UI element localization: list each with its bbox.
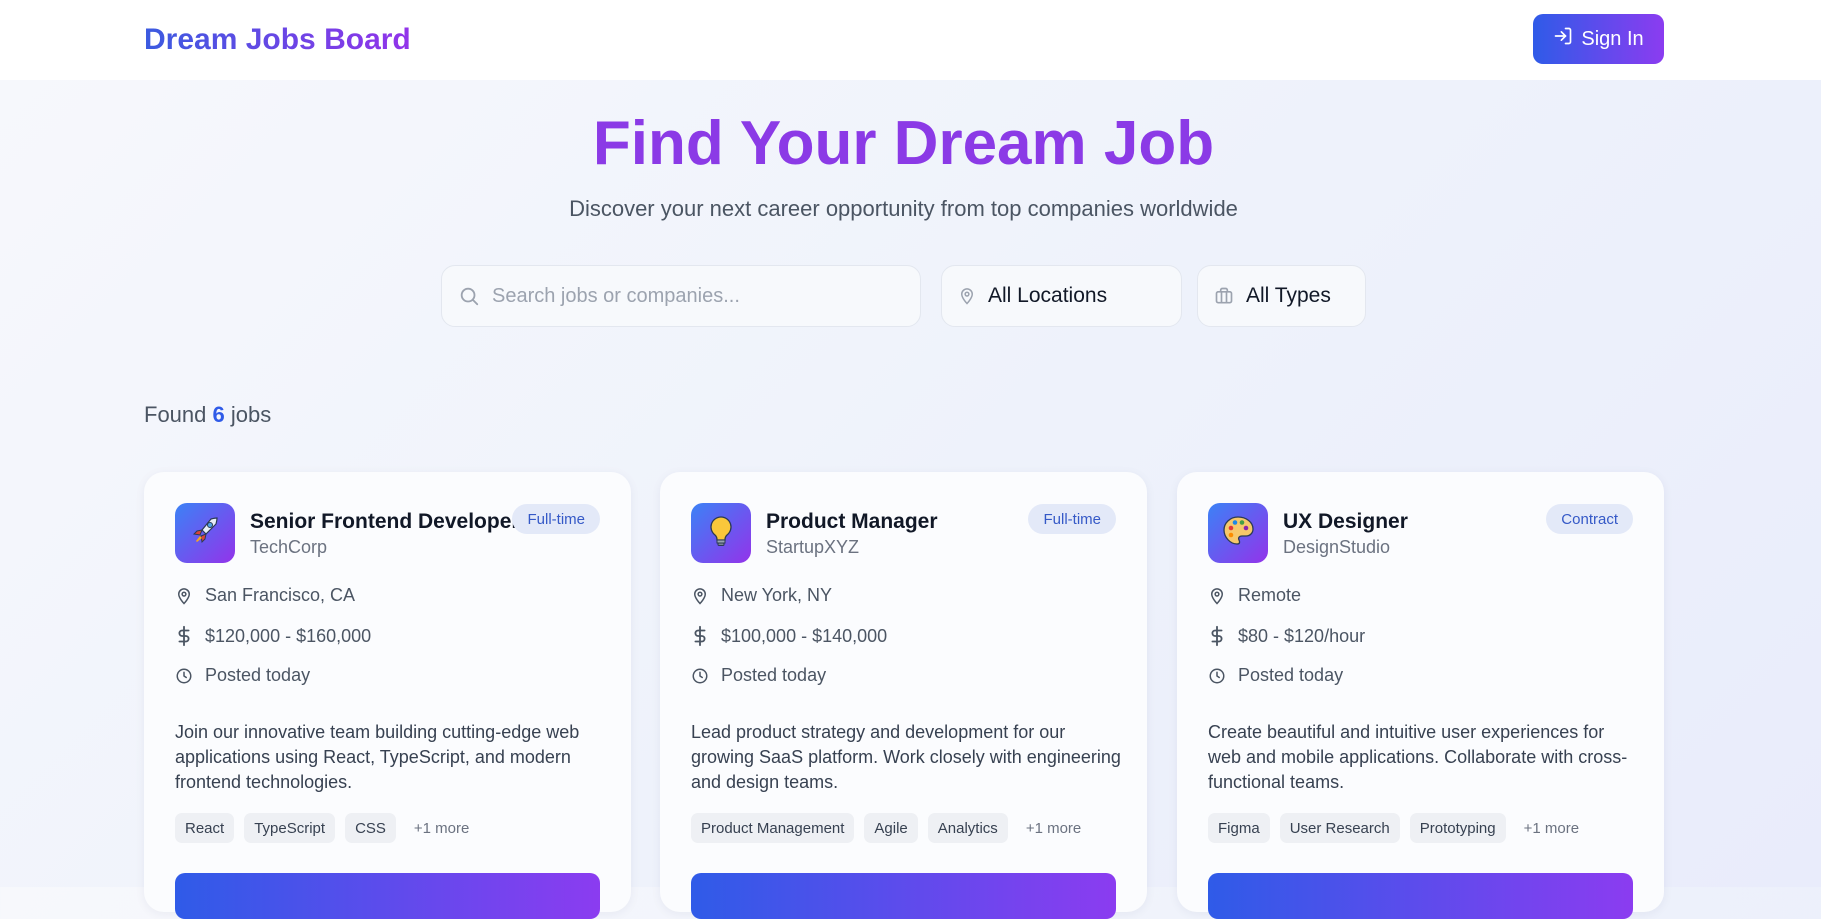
job-location-text: New York, NY	[721, 585, 833, 605]
results-count: Found 6 jobs	[144, 402, 271, 428]
skill-tag: Figma	[1208, 813, 1270, 843]
more-tags: +1 more	[1523, 819, 1580, 837]
job-salary: $80 - $120/hour	[1208, 625, 1365, 647]
job-type-value: All Types	[1246, 284, 1331, 307]
job-posted: Posted today	[1208, 665, 1343, 686]
dollar-icon	[175, 625, 193, 647]
dollar-icon	[1208, 625, 1226, 647]
job-description: Lead product strategy and development fo…	[691, 722, 1121, 792]
job-description: Create beautiful and intuitive user expe…	[1208, 722, 1628, 792]
job-posted-text: Posted today	[1238, 665, 1344, 685]
job-posted: Posted today	[691, 665, 826, 686]
more-tags: +1 more	[1025, 819, 1082, 837]
job-location: New York, NY	[691, 585, 832, 606]
dollar-icon	[691, 625, 709, 647]
sign-in-label: Sign In	[1581, 27, 1644, 50]
job-type-select[interactable]: All Types	[1197, 265, 1366, 327]
location-value: All Locations	[988, 284, 1108, 307]
hero-subtitle: Discover your next career opportunity fr…	[569, 196, 1238, 221]
job-tags: React TypeScript CSS +1 more	[175, 813, 469, 843]
search-input[interactable]	[492, 284, 892, 308]
job-posted-text: Posted today	[205, 665, 311, 685]
hero-title: Find Your Dream Job	[592, 109, 1215, 178]
skill-tag: Product Management	[691, 813, 855, 843]
apply-button[interactable]	[175, 873, 600, 919]
clock-icon	[1208, 666, 1226, 686]
company-name: DesignStudio	[1283, 537, 1391, 557]
job-location: San Francisco, CA	[175, 585, 355, 606]
search-icon	[458, 285, 480, 307]
skill-tag: Analytics	[927, 813, 1008, 843]
job-card[interactable]: Product Manager StartupXYZ Full-time	[660, 472, 1147, 912]
job-title[interactable]: UX Designer	[1283, 508, 1408, 536]
company-logo	[1208, 503, 1268, 563]
sign-in-button[interactable]: Sign In	[1533, 14, 1664, 64]
location-select[interactable]: All Locations	[941, 265, 1182, 327]
job-salary-text: $80 - $120/hour	[1238, 625, 1366, 646]
skill-tag: Agile	[864, 813, 918, 843]
job-salary-text: $100,000 - $140,000	[721, 625, 888, 646]
skill-tag: TypeScript	[244, 813, 336, 843]
skill-tag: Prototyping	[1409, 813, 1506, 843]
skill-tag: User Research	[1279, 813, 1400, 843]
apply-button[interactable]	[691, 873, 1116, 919]
clock-icon	[691, 666, 709, 686]
results-suffix: jobs	[230, 402, 272, 427]
map-pin-icon	[1208, 586, 1226, 606]
map-pin-icon	[958, 286, 976, 306]
top-navbar: Dream Jobs Board Sign In	[0, 0, 1821, 80]
job-location-text: San Francisco, CA	[205, 585, 356, 605]
job-salary-text: $120,000 - $160,000	[205, 625, 372, 646]
company-logo	[175, 503, 235, 563]
search-box	[441, 265, 921, 327]
briefcase-icon	[1214, 286, 1234, 306]
company-name: StartupXYZ	[766, 537, 860, 557]
map-pin-icon	[175, 586, 193, 606]
apply-button[interactable]	[1208, 873, 1633, 919]
job-title[interactable]: Senior Frontend Developer	[250, 508, 520, 536]
skill-tag: CSS	[345, 813, 396, 843]
job-location: Remote	[1208, 585, 1301, 606]
job-salary: $120,000 - $160,000	[175, 625, 371, 647]
job-tags: Figma User Research Prototyping +1 more	[1208, 813, 1579, 843]
job-tags: Product Management Agile Analytics +1 mo…	[691, 813, 1081, 843]
company-name: TechCorp	[250, 537, 328, 557]
login-icon	[1553, 26, 1573, 52]
job-posted-text: Posted today	[721, 665, 827, 685]
job-description: Join our innovative team building cuttin…	[175, 722, 580, 792]
brand-logo-text[interactable]: Dream Jobs Board	[144, 21, 411, 59]
job-type-badge: Full-time	[512, 504, 600, 534]
skill-tag: React	[175, 813, 235, 843]
map-pin-icon	[691, 586, 709, 606]
more-tags: +1 more	[413, 819, 470, 837]
results-prefix: Found	[144, 402, 207, 427]
job-card[interactable]: UX Designer DesignStudio Contract	[1177, 472, 1664, 912]
job-salary: $100,000 - $140,000	[691, 625, 887, 647]
job-type-badge: Full-time	[1028, 504, 1116, 534]
company-logo	[691, 503, 751, 563]
job-location-text: Remote	[1238, 585, 1302, 605]
lightbulb-icon	[704, 513, 738, 554]
job-type-badge: Contract	[1546, 504, 1633, 534]
job-title[interactable]: Product Manager	[766, 508, 938, 536]
rocket-icon	[187, 513, 223, 554]
results-number: 6	[212, 402, 225, 427]
job-posted: Posted today	[175, 665, 310, 686]
palette-icon	[1220, 513, 1256, 554]
job-card[interactable]: Senior Frontend Developer TechCorp Full-…	[144, 472, 631, 912]
clock-icon	[175, 666, 193, 686]
